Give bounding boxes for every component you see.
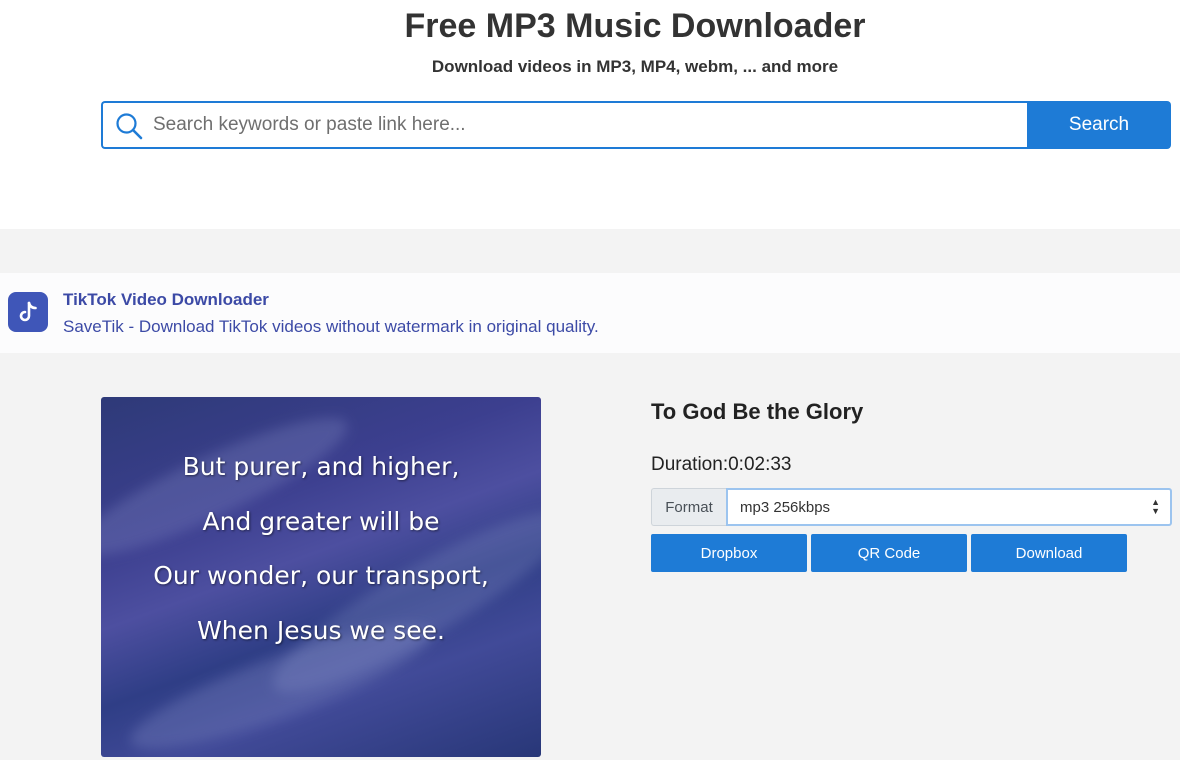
select-arrows-icon: ▲ ▼ (1151, 497, 1160, 516)
lyric-line: When Jesus we see. (197, 615, 445, 645)
format-selector: Format mp3 256kbps ▲ ▼ (651, 488, 1172, 526)
tiktok-icon[interactable] (8, 292, 48, 332)
thumbnail-lyrics: But purer, and higher, And greater will … (101, 440, 541, 658)
action-buttons: Dropbox QR Code Download (651, 534, 1131, 572)
tiktok-note-icon (19, 301, 37, 322)
ad-banner[interactable]: TikTok Video Downloader SaveTik - Downlo… (0, 273, 1180, 353)
format-dropdown[interactable]: mp3 256kbps ▲ ▼ (726, 488, 1172, 526)
page-subtitle: Download videos in MP3, MP4, webm, ... a… (431, 57, 839, 76)
search-bar: Search (101, 101, 1171, 149)
search-field[interactable] (101, 101, 1027, 149)
ad-title-link[interactable]: TikTok Video Downloader (63, 289, 269, 311)
search-button[interactable]: Search (1027, 101, 1171, 149)
page-title: Free MP3 Music Downloader (404, 7, 866, 45)
duration-text: Duration:0:02:33 (651, 454, 792, 475)
search-icon (116, 113, 143, 140)
spacer-band (0, 229, 1180, 273)
search-input[interactable] (151, 103, 1011, 147)
song-title: To God Be the Glory (651, 399, 864, 424)
lyric-line: But purer, and higher, (182, 452, 460, 481)
format-selected-value: mp3 256kbps (740, 499, 831, 516)
lyric-line: And greater will be (202, 506, 440, 536)
video-thumbnail[interactable]: But purer, and higher, And greater will … (101, 397, 541, 757)
dropbox-button[interactable]: Dropbox (651, 534, 807, 572)
lyric-line: Our wonder, our transport, (153, 561, 489, 590)
download-button[interactable]: Download (971, 534, 1127, 572)
header: Free MP3 Music Downloader Download video… (0, 0, 1180, 229)
format-label: Format (651, 488, 726, 526)
ad-description-link[interactable]: SaveTik - Download TikTok videos without… (63, 316, 599, 338)
result-section: But purer, and higher, And greater will … (0, 353, 1180, 760)
qr-code-button[interactable]: QR Code (811, 534, 967, 572)
